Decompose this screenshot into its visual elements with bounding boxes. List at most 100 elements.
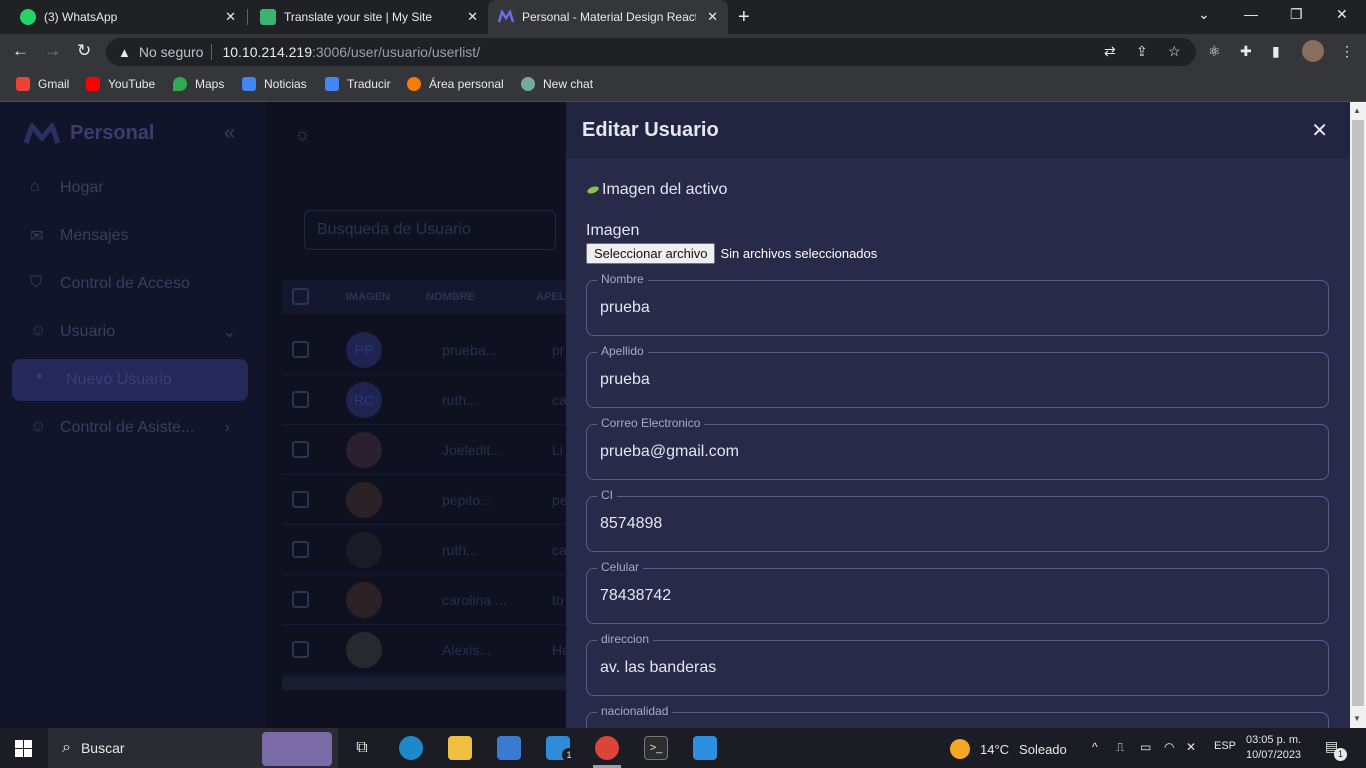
- vertical-scrollbar[interactable]: ▲ ▼: [1350, 102, 1366, 728]
- profile-avatar[interactable]: [1302, 40, 1324, 62]
- react-devtools-icon[interactable]: ⚛: [1208, 43, 1221, 60]
- usb-icon[interactable]: ⎍: [1116, 740, 1124, 755]
- whatsapp-icon: [20, 9, 36, 25]
- weather-widget[interactable]: 14°C Soleado: [950, 739, 1067, 759]
- nombre-field[interactable]: Nombre prueba: [586, 272, 1329, 336]
- new-tab-icon[interactable]: +: [738, 6, 750, 29]
- field-value[interactable]: av. las banderas: [600, 659, 716, 677]
- back-icon[interactable]: ←: [12, 41, 29, 61]
- window-close-icon[interactable]: ✕: [1336, 6, 1348, 23]
- security-label[interactable]: No seguro: [139, 44, 204, 60]
- menu-icon[interactable]: ⋮: [1340, 43, 1354, 60]
- store-icon[interactable]: [497, 736, 521, 760]
- vscode-icon[interactable]: [693, 736, 717, 760]
- chrome-icon[interactable]: [595, 736, 619, 760]
- row-checkbox[interactable]: [292, 641, 309, 658]
- search-input[interactable]: Busqueda de Usuario: [304, 210, 556, 250]
- choose-file-button[interactable]: Seleccionar archivo: [586, 243, 716, 264]
- share-icon[interactable]: ⇪: [1136, 43, 1148, 60]
- field-value[interactable]: prueba@gmail.com: [600, 443, 739, 461]
- column-header[interactable]: IMAGEN: [346, 291, 390, 303]
- email-field[interactable]: Correo Electronico prueba@gmail.com: [586, 416, 1329, 480]
- bookmark-maps[interactable]: Maps: [173, 77, 224, 91]
- extensions-icon[interactable]: ✚: [1240, 43, 1252, 60]
- table-row[interactable]: ruth... ca: [282, 525, 567, 575]
- table-row[interactable]: Alexis... Ha: [282, 625, 570, 675]
- windows-start-icon[interactable]: [15, 740, 32, 757]
- horizontal-scrollbar[interactable]: [282, 676, 566, 690]
- nacionalidad-field[interactable]: nacionalidad: [586, 704, 1329, 728]
- bookmark-area-personal[interactable]: Área personal: [407, 77, 504, 91]
- row-checkbox[interactable]: [292, 341, 309, 358]
- scroll-up-icon[interactable]: ▲: [1353, 106, 1361, 115]
- tab-whatsapp[interactable]: (3) WhatsApp ✕: [0, 0, 246, 34]
- speaker-muted-icon[interactable]: ✕: [1186, 740, 1196, 754]
- wifi-icon[interactable]: ◠: [1164, 740, 1174, 754]
- tab-translate[interactable]: Translate your site | My Site ✕: [240, 0, 488, 34]
- direccion-field[interactable]: direccion av. las banderas: [586, 632, 1329, 696]
- tab-personal[interactable]: Personal - Material Design React ✕: [488, 0, 728, 34]
- bookmark-gmail[interactable]: Gmail: [16, 77, 69, 91]
- brand-logo[interactable]: Personal: [24, 122, 154, 145]
- column-header[interactable]: NOMBRE: [426, 291, 475, 303]
- field-value[interactable]: 78438742: [600, 587, 671, 605]
- row-checkbox[interactable]: [292, 391, 309, 408]
- row-checkbox[interactable]: [292, 441, 309, 458]
- forward-icon[interactable]: →: [44, 41, 61, 61]
- close-icon[interactable]: ✕: [1311, 118, 1328, 143]
- task-view-icon[interactable]: ⧉: [350, 736, 374, 760]
- row-checkbox[interactable]: [292, 491, 309, 508]
- table-row[interactable]: Joeledit... Li: [282, 425, 566, 475]
- address-bar[interactable]: ▲ No seguro 10.10.214.219 :3006/user/usu…: [106, 38, 1196, 66]
- theme-toggle-icon[interactable]: ☼: [294, 124, 311, 145]
- table-row[interactable]: pepito... pe: [282, 475, 568, 525]
- sidebar-item-mensajes[interactable]: ✉ Mensajes: [30, 226, 128, 246]
- tray-chevron-icon[interactable]: ^: [1092, 740, 1098, 754]
- collapse-sidebar-icon[interactable]: «: [224, 122, 235, 145]
- clock[interactable]: 03:05 p. m. 10/07/2023: [1246, 733, 1301, 763]
- close-tab-icon[interactable]: ✕: [225, 9, 236, 25]
- language-indicator[interactable]: ESP: [1214, 740, 1236, 752]
- sidebar-item-hogar[interactable]: ⌂ Hogar: [30, 178, 104, 198]
- row-checkbox[interactable]: [292, 541, 309, 558]
- sidebar-item-control-asistencia[interactable]: ☺ Control de Asiste... ›: [30, 418, 230, 438]
- reload-icon[interactable]: ↻: [77, 41, 91, 61]
- celular-field[interactable]: Celular 78438742: [586, 560, 1329, 624]
- bookmark-youtube[interactable]: YouTube: [86, 77, 155, 91]
- terminal-icon[interactable]: >_: [644, 736, 668, 760]
- sidebar-item-control-acceso[interactable]: ⛉ Control de Acceso: [30, 274, 190, 294]
- file-explorer-icon[interactable]: [448, 736, 472, 760]
- bookmark-traducir[interactable]: Traducir: [325, 77, 391, 91]
- tab-search-icon[interactable]: ⌄: [1198, 6, 1210, 23]
- warning-icon[interactable]: ▲: [118, 45, 131, 60]
- minimize-icon[interactable]: —: [1244, 6, 1258, 22]
- sidebar-item-usuario[interactable]: ☺ Usuario ⌄: [30, 322, 236, 342]
- table-row[interactable]: PP prueba... pr: [282, 325, 566, 375]
- bookmark-noticias[interactable]: Noticias: [242, 77, 307, 91]
- close-tab-icon[interactable]: ✕: [467, 9, 478, 25]
- translate-icon[interactable]: ⇄: [1104, 43, 1116, 60]
- table-row[interactable]: RC ruth... ca: [282, 375, 567, 425]
- scrollbar-thumb[interactable]: [1352, 120, 1364, 706]
- taskbar-search[interactable]: ⌕ Buscar: [48, 728, 338, 768]
- field-value[interactable]: prueba: [600, 371, 650, 389]
- row-checkbox[interactable]: [292, 591, 309, 608]
- side-panel-icon[interactable]: ▮: [1272, 43, 1280, 60]
- battery-icon[interactable]: ▭: [1140, 740, 1151, 754]
- clock-time: 03:05 p. m.: [1246, 734, 1302, 746]
- restore-icon[interactable]: ❐: [1290, 6, 1303, 23]
- sidebar-subitem-nuevo-usuario[interactable]: ● Nuevo Usuario: [36, 370, 172, 390]
- ci-field[interactable]: CI 8574898: [586, 488, 1329, 552]
- close-tab-icon[interactable]: ✕: [707, 9, 718, 25]
- translate-icon: [325, 77, 339, 91]
- edge-icon[interactable]: [399, 736, 423, 760]
- user-lastname: ca: [552, 392, 567, 408]
- scroll-down-icon[interactable]: ▼: [1353, 714, 1361, 723]
- select-all-checkbox[interactable]: [292, 288, 309, 305]
- field-value[interactable]: prueba: [600, 299, 650, 317]
- field-value[interactable]: 8574898: [600, 515, 662, 533]
- table-row[interactable]: carolina ... to: [282, 575, 566, 625]
- apellido-field[interactable]: Apellido prueba: [586, 344, 1329, 408]
- bookmark-star-icon[interactable]: ☆: [1168, 43, 1181, 60]
- bookmark-new-chat[interactable]: New chat: [521, 77, 593, 91]
